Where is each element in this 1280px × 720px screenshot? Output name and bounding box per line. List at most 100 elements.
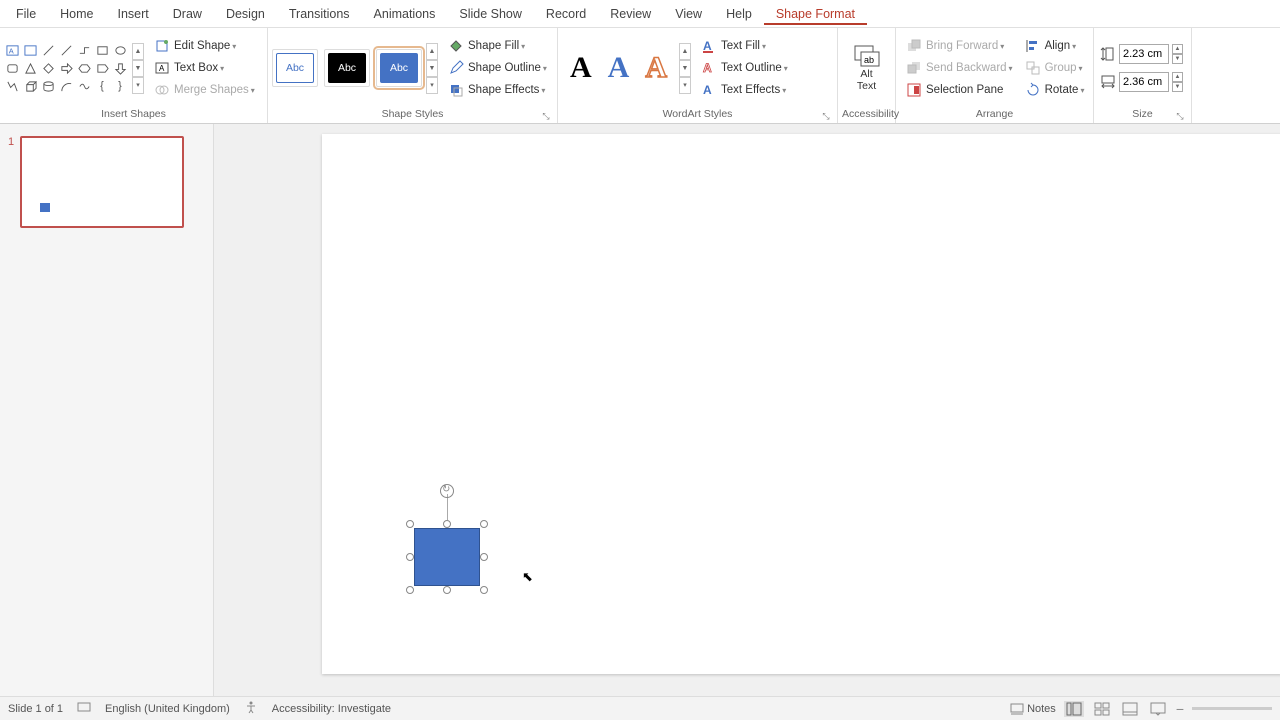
preset-black[interactable]: Abc [324, 49, 370, 87]
status-language[interactable]: English (United Kingdom) [105, 703, 230, 715]
shape-fill-button[interactable]: Shape Fill▾ [444, 36, 551, 56]
rotate-button[interactable]: Rotate▾ [1021, 80, 1089, 100]
shape-diamond-icon[interactable] [40, 60, 56, 76]
shape-styles-gallery[interactable]: Abc Abc Abc [272, 49, 422, 87]
shape-brace-icon[interactable]: { [94, 78, 110, 94]
wordart-gallery[interactable]: A A A [562, 51, 675, 85]
wordart-up-icon[interactable]: ▲ [679, 43, 691, 60]
size-launcher-icon[interactable]: ⤡ [1175, 111, 1185, 121]
handle-tr[interactable] [480, 520, 488, 528]
height-down-icon[interactable]: ▼ [1172, 54, 1183, 64]
slide-thumbnail[interactable] [20, 136, 184, 228]
width-input[interactable] [1119, 72, 1169, 92]
text-box-button[interactable]: AText Box▾ [150, 58, 259, 78]
wordart-black[interactable]: A [570, 51, 592, 85]
shape-styles-launcher-icon[interactable]: ⤡ [541, 111, 551, 121]
shapes-gallery[interactable]: A { } [4, 42, 130, 94]
shape-roundrect-icon[interactable] [4, 60, 20, 76]
styles-more-icon[interactable]: ▾ [426, 77, 438, 94]
handle-b[interactable] [443, 586, 451, 594]
tab-review[interactable]: Review [598, 3, 663, 25]
handle-l[interactable] [406, 553, 414, 561]
height-up-icon[interactable]: ▲ [1172, 44, 1183, 54]
tab-animations[interactable]: Animations [362, 3, 448, 25]
selected-shape[interactable] [410, 524, 484, 590]
shape-textbox2-icon[interactable] [22, 42, 38, 58]
tab-insert[interactable]: Insert [106, 3, 161, 25]
tab-record[interactable]: Record [534, 3, 598, 25]
shape-wave-icon[interactable] [76, 78, 92, 94]
shape-can-icon[interactable] [40, 78, 56, 94]
width-down-icon[interactable]: ▼ [1172, 82, 1183, 92]
preset-blue[interactable]: Abc [376, 49, 422, 87]
group-size: ▲▼ ▲▼ Size⤡ [1094, 28, 1192, 123]
wordart-orange[interactable]: A [645, 51, 667, 85]
text-effects-button[interactable]: AText Effects▾ [697, 80, 792, 100]
wordart-down-icon[interactable]: ▼ [679, 60, 691, 77]
notes-button[interactable]: Notes [1010, 703, 1056, 715]
zoom-out-icon[interactable]: − [1176, 701, 1184, 717]
gallery-up-icon[interactable]: ▲ [132, 43, 144, 60]
zoom-slider[interactable] [1192, 707, 1272, 710]
wordart-more-icon[interactable]: ▾ [679, 77, 691, 94]
canvas-area[interactable]: ⬉ [214, 124, 1280, 696]
selection-pane-button[interactable]: Selection Pane [902, 80, 1017, 100]
view-slideshow-icon[interactable] [1148, 701, 1168, 717]
shape-brace2-icon[interactable]: } [112, 78, 128, 94]
merge-shapes-icon [154, 82, 170, 98]
shape-outline-button[interactable]: Shape Outline▾ [444, 58, 551, 78]
shape-rect-icon[interactable] [94, 42, 110, 58]
gallery-more-icon[interactable]: ▾ [132, 77, 144, 94]
shape-oval-icon[interactable] [112, 42, 128, 58]
styles-down-icon[interactable]: ▼ [426, 60, 438, 77]
wordart-launcher-icon[interactable]: ⤡ [821, 111, 831, 121]
handle-t[interactable] [443, 520, 451, 528]
gallery-down-icon[interactable]: ▼ [132, 60, 144, 77]
styles-up-icon[interactable]: ▲ [426, 43, 438, 60]
shape-connector-icon[interactable] [76, 42, 92, 58]
handle-bl[interactable] [406, 586, 414, 594]
bucket-icon [448, 38, 464, 54]
shape-arrowdown-icon[interactable] [112, 60, 128, 76]
shape-rectangle[interactable] [414, 528, 480, 586]
shape-triangle-icon[interactable] [22, 60, 38, 76]
shape-arrow-icon[interactable] [58, 60, 74, 76]
view-normal-icon[interactable] [1064, 701, 1084, 717]
text-fill-button[interactable]: AText Fill▾ [697, 36, 792, 56]
width-up-icon[interactable]: ▲ [1172, 72, 1183, 82]
shape-freeform-icon[interactable] [4, 78, 20, 94]
view-reading-icon[interactable] [1120, 701, 1140, 717]
shape-arc-icon[interactable] [58, 78, 74, 94]
rotation-handle-icon[interactable] [440, 484, 454, 498]
shape-hexagon-icon[interactable] [76, 60, 92, 76]
status-accessibility[interactable]: Accessibility: Investigate [272, 703, 391, 715]
text-outline-button[interactable]: AText Outline▾ [697, 58, 792, 78]
tab-transitions[interactable]: Transitions [277, 3, 362, 25]
shape-cube-icon[interactable] [22, 78, 38, 94]
shape-pentagon-icon[interactable] [94, 60, 110, 76]
tab-view[interactable]: View [663, 3, 714, 25]
preset-outline[interactable]: Abc [272, 49, 318, 87]
shape-textbox-icon[interactable]: A [4, 42, 20, 58]
edit-shape-button[interactable]: Edit Shape▾ [150, 36, 259, 56]
alt-text-button[interactable]: ab Alt Text [847, 40, 887, 96]
tab-help[interactable]: Help [714, 3, 764, 25]
tab-slideshow[interactable]: Slide Show [447, 3, 534, 25]
tab-shape-format[interactable]: Shape Format [764, 3, 867, 25]
tab-file[interactable]: File [4, 3, 48, 25]
handle-r[interactable] [480, 553, 488, 561]
height-input[interactable] [1119, 44, 1169, 64]
tab-design[interactable]: Design [214, 3, 277, 25]
tab-draw[interactable]: Draw [161, 3, 214, 25]
group-label-size: Size⤡ [1098, 106, 1187, 123]
shape-line-icon[interactable] [40, 42, 56, 58]
handle-br[interactable] [480, 586, 488, 594]
view-sorter-icon[interactable] [1092, 701, 1112, 717]
shape-effects-button[interactable]: Shape Effects▾ [444, 80, 551, 100]
tab-home[interactable]: Home [48, 3, 105, 25]
slide-canvas[interactable] [322, 134, 1280, 674]
shape-line2-icon[interactable] [58, 42, 74, 58]
wordart-blue[interactable]: A [608, 51, 630, 85]
align-button[interactable]: Align▾ [1021, 36, 1089, 56]
handle-tl[interactable] [406, 520, 414, 528]
